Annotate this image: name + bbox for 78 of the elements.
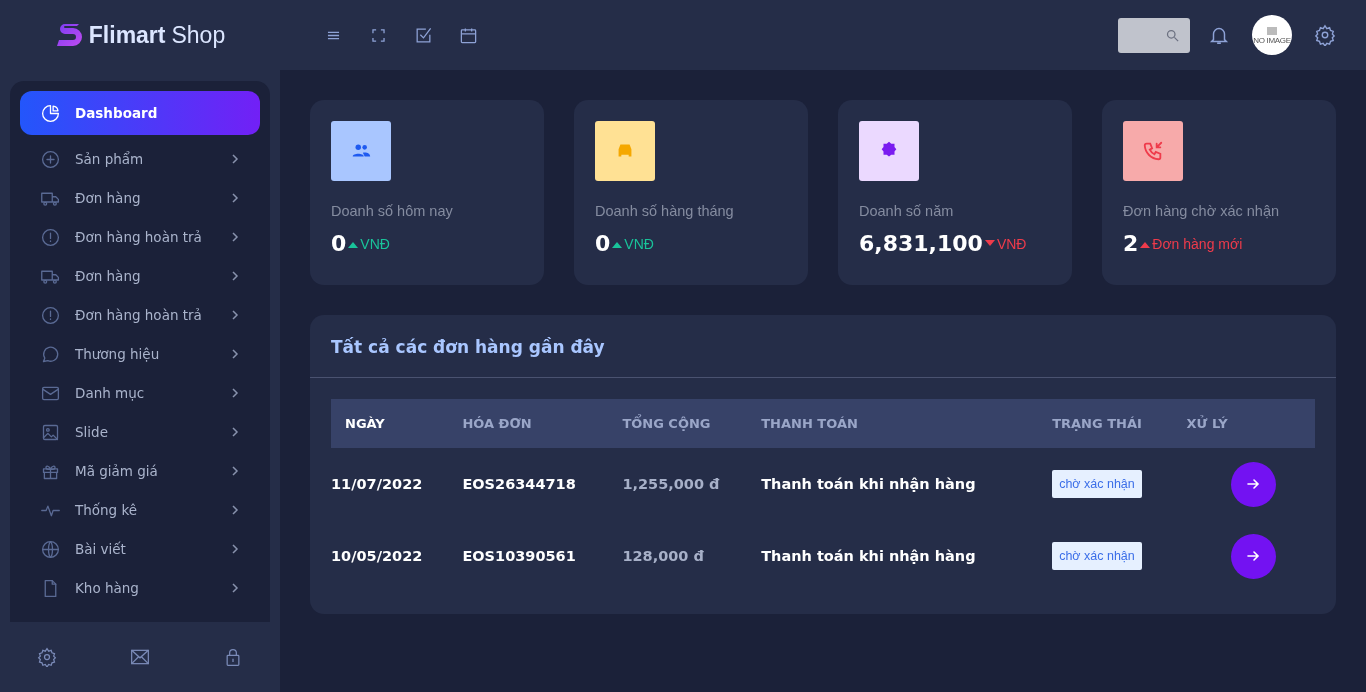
invoice-cell: EOS26344718 — [462, 448, 623, 520]
search-icon — [1165, 27, 1180, 43]
status-tag: chờ xác nhận — [1052, 470, 1142, 498]
column-header: NGÀY — [331, 399, 463, 448]
stat-label: Doanh số hàng tháng — [595, 203, 735, 219]
panel-title: Tất cả các đơn hàng gần đây — [310, 315, 1336, 378]
chevron-icon — [230, 427, 240, 437]
sidebar-item[interactable]: Sản phẩm — [20, 140, 260, 178]
chevron-icon — [230, 466, 240, 476]
sidebar-item[interactable]: Thương hiệu — [20, 335, 260, 373]
checkbox-icon[interactable] — [414, 25, 433, 45]
sidebar-item[interactable]: Đơn hàng hoàn trả — [20, 218, 260, 256]
sidebar-item[interactable]: Dashboard — [20, 91, 260, 135]
image-icon — [1266, 25, 1278, 36]
alert-icon — [40, 304, 61, 326]
brand-name: Flimart — [88, 21, 166, 49]
column-header: HÓA ĐƠN — [462, 399, 623, 448]
sidebar-item[interactable]: Thống kê — [20, 491, 260, 529]
arrow-right-icon — [1246, 549, 1261, 563]
chevron-icon — [230, 583, 240, 593]
date-cell: 11/07/2022 — [331, 448, 463, 520]
date-cell-text: 10/05/2022 — [331, 547, 424, 566]
people-icon — [352, 144, 371, 157]
chevron-icon — [230, 505, 240, 515]
stat-label: Đơn hàng chờ xác nhận — [1123, 203, 1281, 219]
sidebar-item[interactable]: Đơn hàng — [20, 257, 260, 295]
open-button[interactable] — [1230, 461, 1276, 507]
sidebar-item[interactable]: Bài viết — [20, 530, 260, 568]
chevron-icon — [230, 544, 240, 554]
pie-icon — [40, 102, 61, 124]
globe-icon — [40, 538, 61, 560]
status-tag: chờ xác nhận — [1052, 542, 1142, 570]
sidebar-item[interactable]: Đơn hàng hoàn trả — [20, 296, 260, 334]
stat-value: 2 — [1123, 231, 1139, 256]
stat-unit: VNĐ — [360, 235, 390, 252]
chevron-icon — [230, 271, 240, 281]
car-icon — [618, 144, 632, 157]
sidebar-item[interactable]: Đơn hàng — [20, 179, 260, 217]
column-header: THANH TOÁN — [761, 399, 1053, 448]
calendar-icon[interactable] — [459, 25, 478, 45]
settings-icon[interactable] — [36, 647, 57, 667]
stat-value: 0 — [331, 231, 347, 256]
column-header: XỬ LÝ — [1186, 399, 1315, 448]
chevron-icon — [230, 388, 240, 398]
chevron-icon — [230, 232, 240, 242]
stat-unit: Đơn hàng mới — [1152, 235, 1243, 252]
brand-suffix: Shop — [171, 21, 226, 49]
incoming-call-icon — [1143, 141, 1163, 161]
invoice-cell-text: EOS10390561 — [462, 547, 577, 566]
stat-unit: VNĐ — [624, 235, 654, 252]
total-cell: 128,000 đ — [622, 520, 762, 592]
column-header: TRẠNG THÁI — [1052, 399, 1187, 448]
stat-value: 0 — [595, 231, 611, 256]
alert-icon — [40, 226, 61, 248]
total-cell: 1,255,000 đ — [622, 448, 762, 520]
chevron-icon — [230, 193, 240, 203]
sidebar-item[interactable]: Mã giảm giá — [20, 452, 260, 490]
sidebar-item[interactable]: Kho hàng — [20, 569, 260, 607]
stat-label: Doanh số năm — [859, 203, 955, 219]
settings-icon[interactable] — [1314, 24, 1336, 46]
plus-icon — [40, 148, 61, 170]
open-button[interactable] — [1230, 533, 1276, 579]
arrow-right-icon — [1246, 477, 1261, 491]
chevron-icon — [230, 310, 240, 320]
stat-value: 6,831,100 — [859, 231, 983, 256]
chevron-icon — [230, 154, 240, 164]
avatar[interactable]: NO IMAGE — [1252, 15, 1292, 55]
search-field[interactable] — [1118, 17, 1190, 53]
payment-cell: Thanh toán khi nhận hàng — [761, 448, 1053, 520]
avatar-text: NO IMAGE — [1253, 35, 1291, 45]
stat-label: Doanh số hôm nay — [331, 203, 454, 219]
chevron-icon — [230, 349, 240, 359]
sidebar-item[interactable]: Slide — [20, 413, 260, 451]
mail-icon[interactable] — [130, 647, 150, 667]
stat-unit: VNĐ — [996, 235, 1027, 252]
sidebar-item[interactable]: Danh mục — [20, 374, 260, 412]
column-header: TỔNG CỘNG — [622, 399, 762, 448]
payment-cell: Thanh toán khi nhận hàng — [761, 520, 1053, 592]
